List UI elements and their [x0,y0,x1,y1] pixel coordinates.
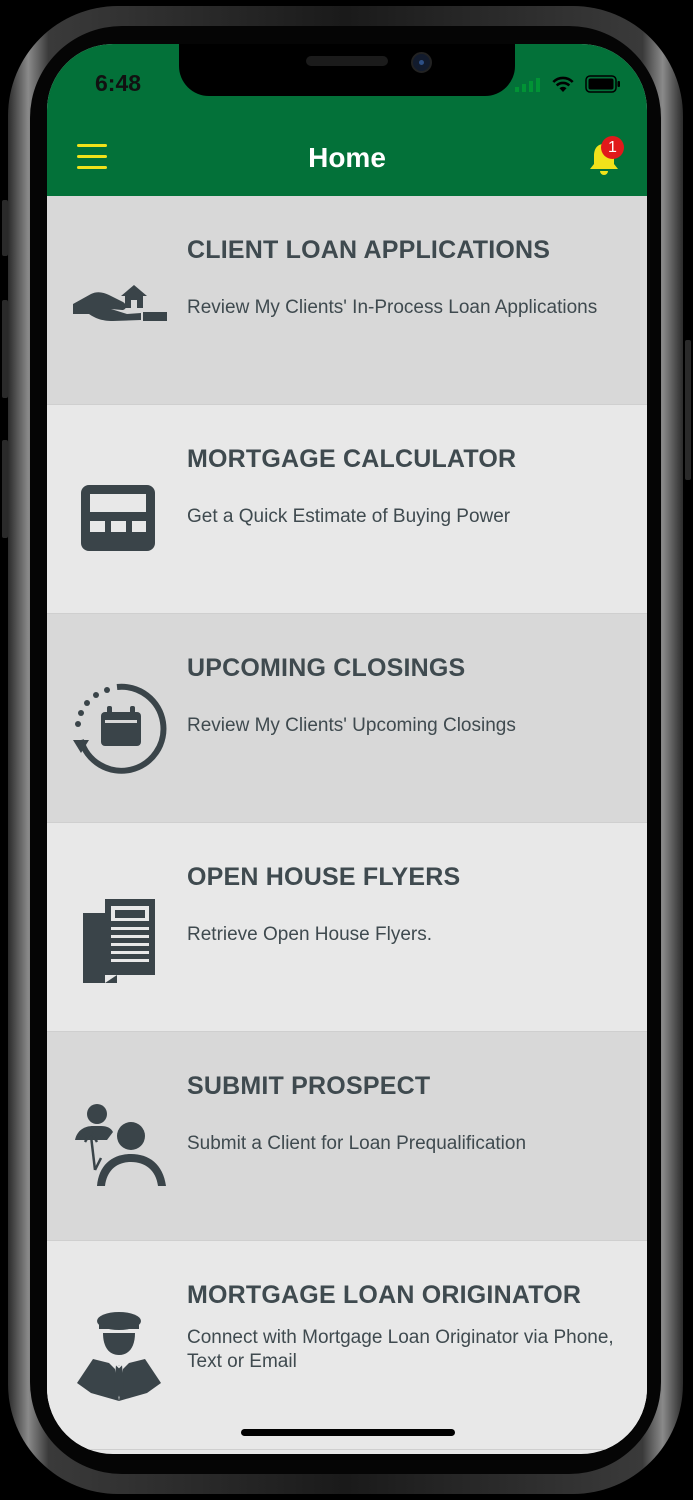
app-header: 6:48 Home 1 [47,44,647,196]
front-camera [411,52,432,73]
menu-item-mortgage-loan-originator[interactable]: MORTGAGE LOAN ORIGINATOR Connect with Mo… [47,1241,647,1450]
status-time: 6:48 [95,70,142,96]
menu-item-mortgage-calculator[interactable]: MORTGAGE CALCULATOR Get a Quick Estimate… [47,405,647,614]
app-screen: 6:48 Home 1 CLIENT LOAN APPLICATIONS Rev… [47,44,647,1454]
calendar-cycle-icon [73,683,167,774]
notification-badge: 1 [601,136,624,159]
power-button [685,340,691,480]
menu-item-description: Get a Quick Estimate of Buying Power [187,506,511,527]
menu-item-title: MORTGAGE CALCULATOR [187,445,517,473]
referral-people-icon [75,1104,166,1186]
menu-item-title: CLIENT LOAN APPLICATIONS [187,236,551,264]
menu-item-description: Submit a Client for Loan Prequalificatio… [187,1133,527,1154]
menu-item-upcoming-closings[interactable]: UPCOMING CLOSINGS Review My Clients' Upc… [47,614,647,823]
menu-item-description: Review My Clients' Upcoming Closings [187,715,516,736]
menu-item-description: Connect with Mortgage Loan Originator vi… [187,1327,614,1372]
officer-icon [77,1312,161,1401]
menu-item-title: MORTGAGE LOAN ORIGINATOR [187,1281,582,1309]
home-menu-list: CLIENT LOAN APPLICATIONS Review My Clien… [47,196,647,1450]
menu-item-title: OPEN HOUSE FLYERS [187,863,461,891]
menu-item-submit-prospect[interactable]: SUBMIT PROSPECT Submit a Client for Loan… [47,1032,647,1241]
status-icons [515,72,621,96]
menu-item-client-loan-applications[interactable]: CLIENT LOAN APPLICATIONS Review My Clien… [47,196,647,405]
menu-item-description: Review My Clients' In-Process Loan Appli… [187,297,598,318]
calculator-icon [81,485,155,551]
volume-down-button [2,440,8,538]
menu-item-open-house-flyers[interactable]: OPEN HOUSE FLYERS Retrieve Open House Fl… [47,823,647,1032]
notch [179,44,515,96]
cellular-signal-icon [515,78,540,92]
menu-item-title: SUBMIT PROSPECT [187,1072,431,1100]
hand-house-icon [73,285,167,321]
speaker-grille [306,56,388,66]
home-indicator[interactable] [241,1429,455,1436]
battery-icon [585,75,620,93]
silent-switch [2,200,8,256]
menu-item-title: UPCOMING CLOSINGS [187,654,466,682]
menu-item-description: Retrieve Open House Flyers. [187,924,432,945]
wifi-icon [552,76,574,92]
volume-up-button [2,300,8,398]
flyers-icon [83,899,155,983]
page-title: Home [308,142,386,173]
